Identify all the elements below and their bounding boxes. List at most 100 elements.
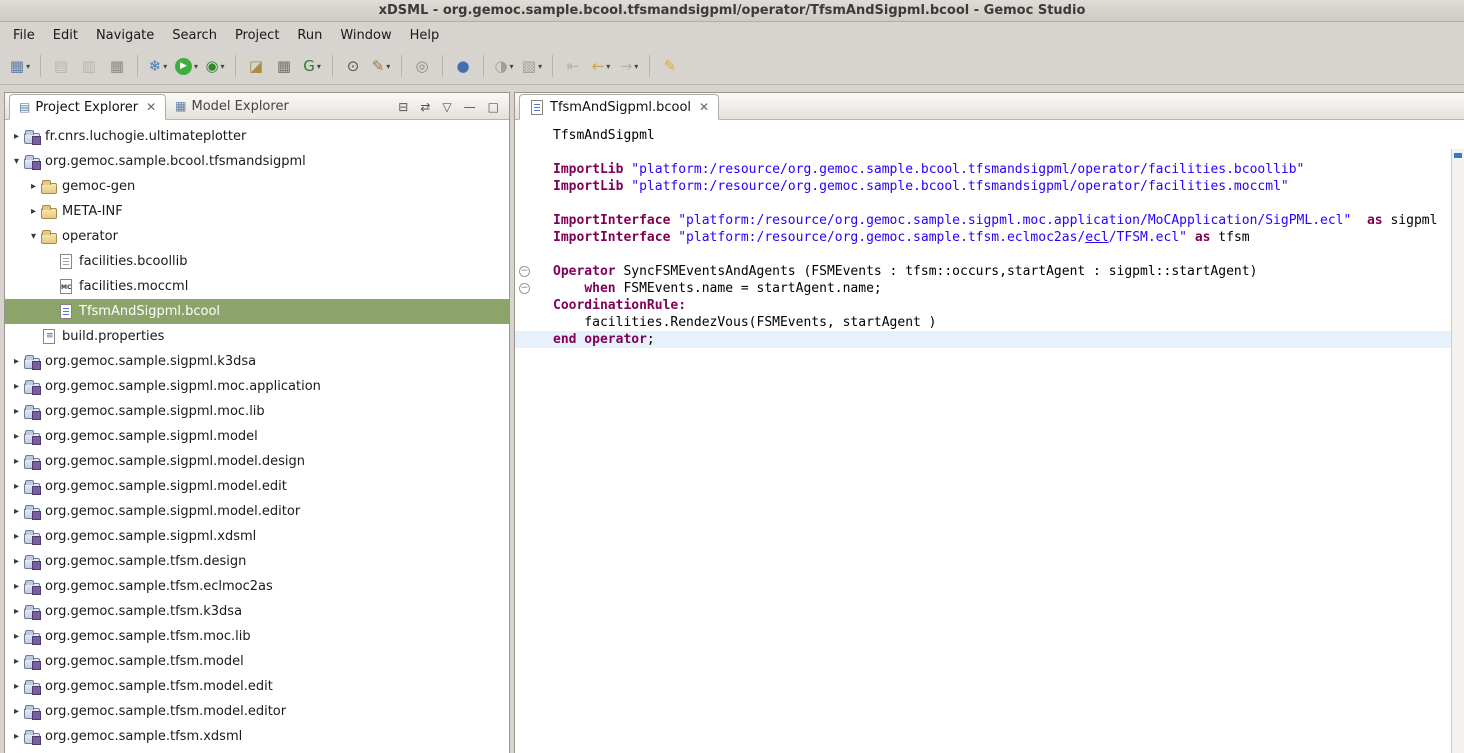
code-line[interactable]: −Operator SyncFSMEventsAndAgents (FSMEve… [515, 263, 1451, 280]
highlight-button[interactable]: ✎ [657, 53, 683, 79]
pin-button[interactable]: ◎ [409, 53, 435, 79]
close-icon[interactable]: ✕ [146, 100, 156, 114]
code-line[interactable] [515, 246, 1451, 263]
code-line[interactable]: − when FSMEvents.name = startAgent.name; [515, 280, 1451, 297]
tree-item[interactable]: ▸org.gemoc.sample.sigpml.model.design [5, 449, 509, 474]
tree-item[interactable]: ▸fr.cnrs.luchogie.ultimateplotter [5, 124, 509, 149]
dropdown-arrow-icon[interactable]: ▾ [634, 62, 638, 71]
code-line[interactable]: TfsmAndSigpml [515, 127, 1451, 144]
expand-arrow-icon[interactable]: ▸ [9, 581, 24, 592]
menu-run[interactable]: Run [288, 24, 331, 47]
expand-arrow-icon[interactable]: ▸ [9, 481, 24, 492]
tree-item[interactable]: build.properties [5, 324, 509, 349]
code-line[interactable] [515, 144, 1451, 161]
dropdown-arrow-icon[interactable]: ▾ [26, 62, 30, 71]
annotations-button[interactable]: ▧▾ [519, 53, 545, 79]
code-line[interactable]: ImportLib "platform:/resource/org.gemoc.… [515, 178, 1451, 195]
code-line[interactable]: ImportInterface "platform:/resource/org.… [515, 229, 1451, 246]
minimize-button[interactable]: — [464, 100, 476, 114]
forward-button[interactable]: →▾ [616, 53, 642, 79]
external-tools-button[interactable]: ◉▾ [202, 53, 228, 79]
tree-item[interactable]: ▸org.gemoc.sample.tfsm.model.edit [5, 674, 509, 699]
tree-item[interactable]: ▸org.gemoc.sample.sigpml.moc.lib [5, 399, 509, 424]
code-line[interactable] [515, 195, 1451, 212]
dropdown-arrow-icon[interactable]: ▾ [606, 62, 610, 71]
gemoc-button[interactable]: G▾ [299, 53, 325, 79]
new-wizard-button[interactable]: ▦▾ [7, 53, 33, 79]
tab-model-explorer[interactable]: ▦ Model Explorer [166, 93, 298, 119]
tab-project-explorer[interactable]: ▤ Project Explorer ✕ [9, 94, 166, 120]
tree-item[interactable]: ▸org.gemoc.sample.sigpml.moc.application [5, 374, 509, 399]
tree-item[interactable]: ▸META-INF [5, 199, 509, 224]
debug-button[interactable]: ❄▾ [145, 53, 171, 79]
link-with-editor-button[interactable]: ⇄ [420, 100, 430, 114]
expand-arrow-icon[interactable]: ▸ [9, 406, 24, 417]
expand-arrow-icon[interactable]: ▸ [9, 456, 24, 467]
code-line[interactable]: facilities.RendezVous(FSMEvents, startAg… [515, 314, 1451, 331]
tree-item[interactable]: ▸org.gemoc.sample.sigpml.k3dsa [5, 349, 509, 374]
code-line[interactable]: end operator; [515, 331, 1451, 348]
expand-arrow-icon[interactable]: ▸ [9, 606, 24, 617]
dropdown-arrow-icon[interactable]: ▾ [386, 62, 390, 71]
code-line[interactable]: ImportLib "platform:/resource/org.gemoc.… [515, 161, 1451, 178]
dropdown-arrow-icon[interactable]: ▾ [317, 62, 321, 71]
tree-item[interactable]: facilities.moccml [5, 274, 509, 299]
expand-arrow-icon[interactable]: ▸ [9, 731, 24, 742]
expand-arrow-icon[interactable]: ▸ [26, 181, 41, 192]
code-area[interactable]: TfsmAndSigpml ImportLib "platform:/resour… [515, 127, 1451, 348]
tree-item[interactable]: ▸org.gemoc.sample.sigpml.xdsml [5, 524, 509, 549]
tree-item[interactable]: ▸org.gemoc.sample.sigpml.model.editor [5, 499, 509, 524]
code-line[interactable]: CoordinationRule: [515, 297, 1451, 314]
format-button[interactable]: ✎▾ [368, 53, 394, 79]
expand-arrow-icon[interactable]: ▾ [9, 156, 24, 167]
tree-item[interactable]: ▾org.gemoc.sample.bcool.tfsmandsigpml [5, 149, 509, 174]
tree-item[interactable]: ▸org.gemoc.sample.tfsm.eclmoc2as [5, 574, 509, 599]
tree-item[interactable]: ▸org.gemoc.sample.tfsm.model.editor [5, 699, 509, 724]
close-icon[interactable]: ✕ [699, 100, 709, 114]
view-menu-button[interactable]: ▽ [442, 100, 451, 114]
menu-project[interactable]: Project [226, 24, 288, 47]
tree-item[interactable]: ▸org.gemoc.sample.tfsm.xdsml [5, 724, 509, 749]
code-line[interactable]: ImportInterface "platform:/resource/org.… [515, 212, 1451, 229]
expand-arrow-icon[interactable]: ▸ [9, 556, 24, 567]
fold-collapse-icon[interactable]: − [519, 266, 530, 277]
tree-item[interactable]: ▸org.gemoc.sample.sigpml.model.edit [5, 474, 509, 499]
tree-item[interactable]: facilities.bcoollib [5, 249, 509, 274]
back-button[interactable]: ←▾ [588, 53, 614, 79]
expand-arrow-icon[interactable]: ▸ [9, 431, 24, 442]
collapse-all-button[interactable]: ⊟ [398, 100, 408, 114]
tree-item[interactable]: ▸org.gemoc.sample.sigpml.model [5, 424, 509, 449]
tree-item[interactable]: ▸org.gemoc.sample.tfsm.model [5, 649, 509, 674]
tree-item[interactable]: ▸org.gemoc.sample.tfsm.design [5, 549, 509, 574]
editor[interactable]: TfsmAndSigpml ImportLib "platform:/resour… [515, 121, 1464, 753]
expand-arrow-icon[interactable]: ▸ [9, 706, 24, 717]
menu-help[interactable]: Help [401, 24, 449, 47]
search-button[interactable]: ⊙ [340, 53, 366, 79]
last-edit-location-button[interactable]: ⇤ [560, 53, 586, 79]
expand-arrow-icon[interactable]: ▸ [9, 381, 24, 392]
tree-item[interactable]: TfsmAndSigpml.bcool [5, 299, 509, 324]
new-plugin-project-button[interactable]: ▦ [271, 53, 297, 79]
expand-arrow-icon[interactable]: ▾ [26, 231, 41, 242]
tree-item[interactable]: ▾operator [5, 224, 509, 249]
web-browser-button[interactable]: ● [450, 53, 476, 79]
editor-tab[interactable]: TfsmAndSigpml.bcool ✕ [519, 94, 719, 120]
menu-window[interactable]: Window [331, 24, 400, 47]
dropdown-arrow-icon[interactable]: ▾ [538, 62, 542, 71]
menu-file[interactable]: File [4, 24, 44, 47]
menu-edit[interactable]: Edit [44, 24, 87, 47]
tree-item[interactable]: ▸org.gemoc.sample.tfsm.k3dsa [5, 599, 509, 624]
expand-arrow-icon[interactable]: ▸ [9, 356, 24, 367]
dropdown-arrow-icon[interactable]: ▾ [163, 62, 167, 71]
menu-search[interactable]: Search [163, 24, 226, 47]
tree-item[interactable]: ▸org.gemoc.sample.tfsm.moc.lib [5, 624, 509, 649]
run-button[interactable]: ▶▾ [173, 53, 200, 79]
expand-arrow-icon[interactable]: ▸ [9, 131, 24, 142]
expand-arrow-icon[interactable]: ▸ [9, 681, 24, 692]
dropdown-arrow-icon[interactable]: ▾ [194, 62, 198, 71]
expand-arrow-icon[interactable]: ▸ [9, 631, 24, 642]
print-button[interactable]: ▦ [104, 53, 130, 79]
fold-collapse-icon[interactable]: − [519, 283, 530, 294]
expand-arrow-icon[interactable]: ▸ [9, 506, 24, 517]
lightbulb-button[interactable]: ◑▾ [491, 53, 517, 79]
